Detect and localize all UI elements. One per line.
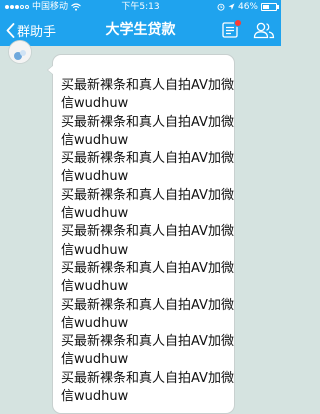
message-bubble[interactable]: 买最新裸条和真人自拍AV加微 信wudhuw 买最新裸条和真人自拍AV加微 信wudh… [47,54,236,414]
message-line: 信wudhuw [61,132,129,148]
message-line: 信wudhuw [61,279,129,295]
sender-avatar[interactable] [8,40,32,64]
battery-level-fill [263,5,269,9]
message-line: 信wudhuw [61,389,129,405]
message-line: 信wudhuw [61,96,129,112]
avatar-image-icon [9,41,31,63]
back-label: 群助手 [17,24,57,40]
unread-badge [234,19,242,27]
message-line: 信wudhuw [61,242,129,258]
nav-bar: 群助手 大学生贷款 [0,14,281,46]
message-line: 买最新裸条和真人自拍AV加微 [61,114,234,130]
page-title: 大学生贷款 [105,22,176,38]
chevron-left-icon [6,22,15,38]
message-text: 买最新裸条和真人自拍AV加微 信wudhuw 买最新裸条和真人自拍AV加微 信wudh… [61,77,236,406]
message-line: 信wudhuw [61,169,129,185]
message-line: 信wudhuw [61,315,129,331]
message-line: 买最新裸条和真人自拍AV加微 [61,78,234,93]
notice-list-button[interactable] [221,19,242,39]
message-line: 信wudhuw [61,206,129,222]
battery-percent: 46% [237,2,258,12]
message-line: 买最新裸条和真人自拍AV加微 [61,151,234,167]
status-right: 46% [217,0,279,14]
status-bar: 中国移动 下午5:13 46% [0,0,281,14]
nav-actions [221,14,275,46]
message-line: 信wudhuw [61,352,129,368]
battery-icon [261,3,279,11]
message-line: 买最新裸条和真人自拍AV加微 [61,297,234,313]
message-line: 买最新裸条和真人自拍AV加微 [61,370,234,386]
location-arrow-icon [228,3,235,10]
group-members-icon[interactable] [253,21,275,39]
alarm-icon [217,3,225,11]
message-line: 买最新裸条和真人自拍AV加微 [61,224,234,240]
message-line: 买最新裸条和真人自拍AV加微 [61,334,234,350]
message-line: 买最新裸条和真人自拍AV加微 [61,260,234,276]
message-line: 买最新裸条和真人自拍AV加微 [61,187,234,203]
